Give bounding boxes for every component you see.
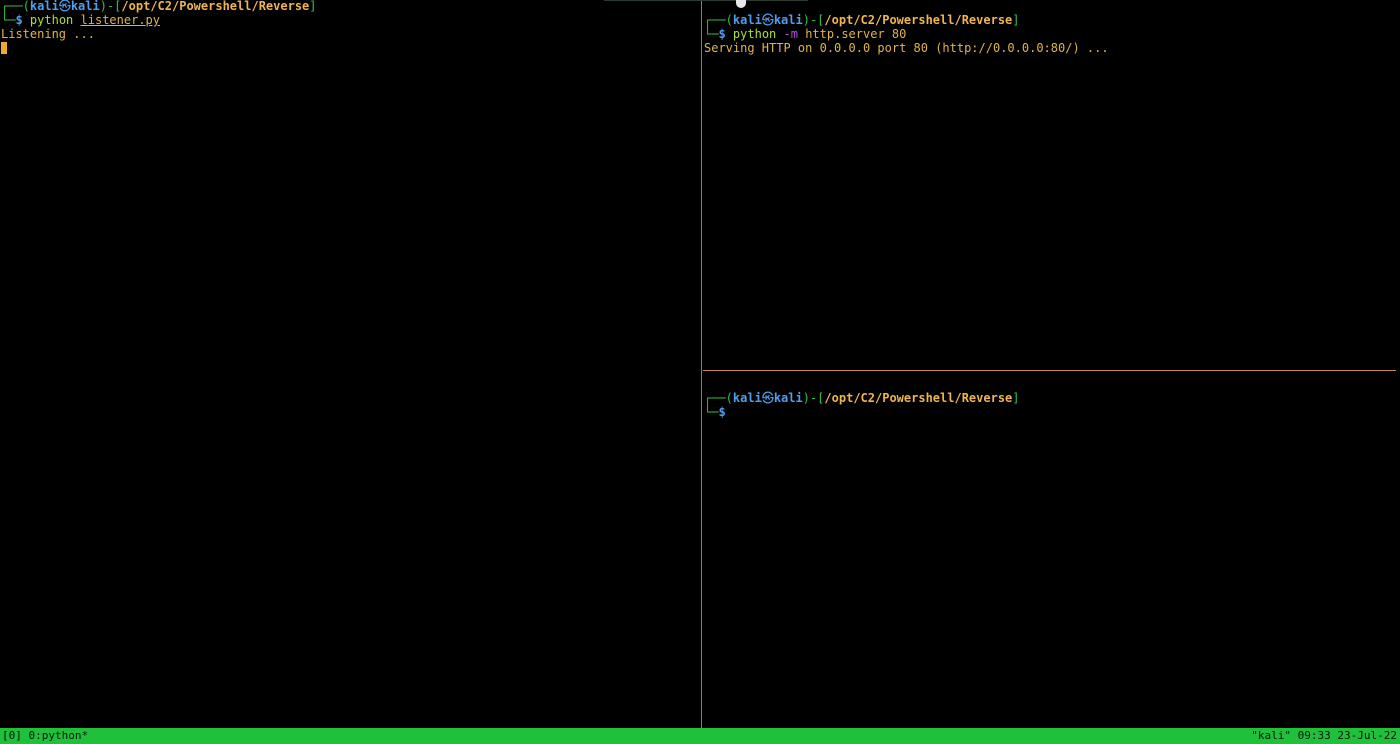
command-program: python [29,13,74,27]
tmux-status-bar: [0] 0:python* "kali" 09:33 23-Jul-22 [0,728,1400,744]
terminal-cursor [1,42,7,54]
status-host-clock: "kali" 09:33 23-Jul-22 [1251,729,1397,742]
prompt-host: kali [70,0,100,13]
command-line: └─$ python listener.py [1,13,160,27]
prompt-corner-bottom: └─ [704,27,719,41]
prompt-path: /opt/C2/Powershell/Reverse [121,0,310,13]
command-output: Serving HTTP on 0.0.0.0 port 80 (http://… [704,41,1109,55]
prompt-header: ┌──(kali㉿kali)-[/opt/C2/Powershell/Rever… [704,13,1020,27]
prompt-path: /opt/C2/Powershell/Reverse [824,391,1013,405]
command-line: └─$ python -m http.server 80 [704,27,906,41]
command-output: Listening ... [1,27,95,41]
prompt-separator: )-[ [99,0,122,13]
prompt-dollar: $ [718,405,726,419]
prompt-separator: )-[ [802,391,825,405]
vertical-pane-divider[interactable] [701,0,702,728]
prompt-path: /opt/C2/Powershell/Reverse [824,13,1013,27]
terminal-pane-left[interactable]: ┌──(kali㉿kali)-[/opt/C2/Powershell/Rever… [0,0,701,728]
command-module: http.server [805,27,885,41]
prompt-at-icon: ㉿ [761,13,774,27]
prompt-host: kali [773,391,803,405]
horizontal-pane-divider[interactable] [703,370,1396,371]
command-port: 80 [891,27,907,41]
prompt-header: ┌──(kali㉿kali)-[/opt/C2/Powershell/Rever… [1,0,317,13]
prompt-header: ┌──(kali㉿kali)-[/opt/C2/Powershell/Rever… [704,391,1020,405]
prompt-user: kali [29,0,59,13]
prompt-close: ] [1012,13,1020,27]
prompt-close: ] [1012,391,1020,405]
prompt-corner: ┌──( [704,391,733,405]
command-line: └─$ [704,405,726,419]
terminal-pane-top-right[interactable]: ┌──(kali㉿kali)-[/opt/C2/Powershell/Rever… [703,0,1400,370]
top-edge-divider [604,0,808,1]
prompt-user: kali [732,391,762,405]
prompt-separator: )-[ [802,13,825,27]
status-window-list[interactable]: [0] 0:python* [2,728,88,744]
prompt-user: kali [732,13,762,27]
cursor-line [1,41,7,55]
prompt-corner-bottom: └─ [1,13,16,27]
prompt-corner: ┌──( [704,13,733,27]
command-program: python [732,27,777,41]
prompt-corner-bottom: └─ [704,405,719,419]
command-flag: -m [783,27,798,41]
prompt-at-icon: ㉿ [761,391,774,405]
prompt-close: ] [309,0,317,13]
prompt-dollar: $ [718,27,726,41]
command-arg-file: listener.py [80,13,160,27]
prompt-dollar: $ [15,13,23,27]
prompt-corner: ┌──( [1,0,30,13]
terminal-pane-bottom-right[interactable]: ┌──(kali㉿kali)-[/opt/C2/Powershell/Rever… [703,372,1400,728]
prompt-host: kali [773,13,803,27]
prompt-at-icon: ㉿ [58,0,71,13]
